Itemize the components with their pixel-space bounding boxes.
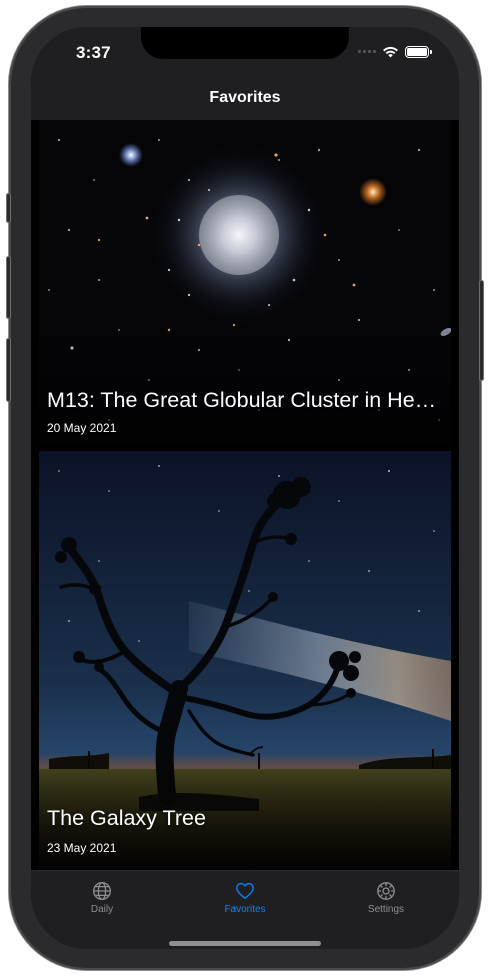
gear-icon	[377, 882, 395, 900]
battery-icon	[405, 45, 432, 58]
page-title: Favorites	[209, 89, 281, 106]
favorite-title: M13: The Great Globular Cluster in Hercu…	[47, 388, 443, 412]
status-time: 3:37	[76, 43, 111, 62]
tab-daily[interactable]: Daily	[47, 881, 157, 915]
tab-label: Favorites	[224, 904, 266, 915]
favorite-card[interactable]: The Galaxy Tree 23 May 2021	[39, 451, 451, 870]
favorite-card[interactable]: M13: The Great Globular Cluster in Hercu…	[39, 120, 451, 446]
status-bar: 3:37	[31, 27, 459, 79]
heart-icon	[236, 882, 254, 899]
tab-label: Settings	[367, 904, 405, 915]
tab-settings[interactable]: Settings	[331, 881, 441, 915]
screen: 3:37 Favorites M13: The Great Globular C…	[31, 27, 459, 949]
favorite-date: 23 May 2021	[47, 841, 117, 855]
tab-favorites[interactable]: Favorites	[190, 881, 300, 915]
tab-bar: Daily Favorites Settings	[31, 870, 459, 949]
favorite-date: 20 May 2021	[47, 421, 117, 435]
favorite-title: The Galaxy Tree	[47, 806, 206, 830]
status-icons	[358, 45, 432, 58]
power-button	[479, 280, 484, 381]
tab-label: Daily	[90, 904, 114, 915]
notch	[141, 27, 349, 59]
cellular-signal-icon	[358, 50, 376, 53]
wifi-icon	[383, 46, 398, 58]
navigation-bar: Favorites	[31, 79, 459, 120]
favorites-list[interactable]: M13: The Great Globular Cluster in Hercu…	[31, 120, 459, 870]
home-indicator[interactable]	[169, 941, 321, 946]
silent-switch	[6, 193, 11, 223]
volume-down-button	[6, 338, 11, 402]
volume-up-button	[6, 256, 11, 319]
globe-icon	[93, 882, 111, 900]
